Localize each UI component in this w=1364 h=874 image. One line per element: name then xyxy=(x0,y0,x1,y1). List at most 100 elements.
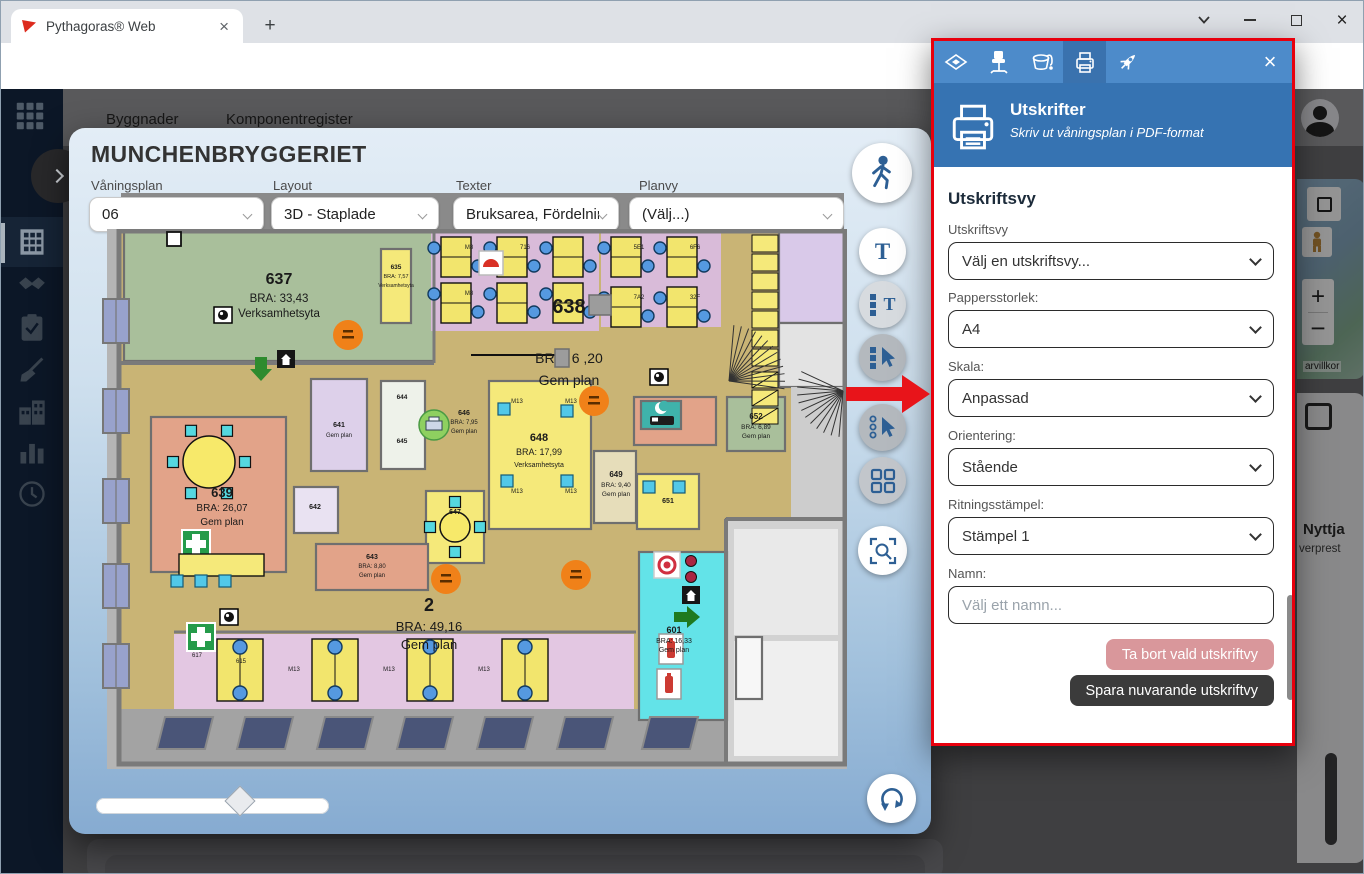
ritningsstampel-select[interactable]: Stämpel 1 xyxy=(948,517,1274,555)
tab-furniture-icon[interactable] xyxy=(977,41,1020,83)
list-icon xyxy=(870,293,877,316)
svg-text:BRA: 9,40: BRA: 9,40 xyxy=(601,482,631,489)
svg-text:BRA: 7,95: BRA: 7,95 xyxy=(450,420,478,426)
label-orientering: Orientering: xyxy=(948,428,1016,443)
tab-plan-icon[interactable] xyxy=(934,41,977,83)
skala-select[interactable]: Anpassad xyxy=(948,379,1274,417)
map-zoom-in-icon[interactable]: + xyxy=(1311,282,1325,312)
card-expand-icon[interactable] xyxy=(1305,403,1332,430)
building-title: MUNCHENBRYGGERIET xyxy=(91,141,367,167)
namn-input[interactable] xyxy=(948,586,1274,624)
sidebar-item-clipboard-icon[interactable] xyxy=(17,313,47,343)
map-zoom-controls[interactable]: + − xyxy=(1302,279,1334,345)
floorplan-canvas[interactable]: 637 BRA: 33,43 Verksamhetsyta 635 BRA: 7,57 V… xyxy=(89,228,848,774)
utskriftsvy-select[interactable]: Välj en utskriftsvy... xyxy=(948,242,1274,280)
orientering-select[interactable]: Stående xyxy=(948,448,1274,486)
svg-text:635: 635 xyxy=(391,264,402,271)
field-label-vaningsplan: Våningsplan xyxy=(91,178,163,193)
svg-text:7A2: 7A2 xyxy=(634,295,645,301)
svg-text:648: 648 xyxy=(530,432,548,444)
browser-window: Pythagoras® Web × + × ← → pim.pythagoras… xyxy=(0,0,1364,874)
pappersstorlek-select[interactable]: A4 xyxy=(948,310,1274,348)
under-modal-card-hint2 xyxy=(105,855,925,873)
texter-select[interactable]: Bruksarea, Fördelning... xyxy=(453,197,619,232)
chevron-down-icon xyxy=(597,209,608,220)
nav-tab-byggnader[interactable]: Byggnader xyxy=(106,111,179,128)
field-label-texter: Texter xyxy=(456,178,492,193)
svg-text:32F: 32F xyxy=(690,295,701,301)
tab-paint-icon[interactable] xyxy=(1020,41,1063,83)
list-cursor-icon xyxy=(869,346,895,369)
map-pegman-button[interactable] xyxy=(1302,227,1332,257)
svg-text:5E1: 5E1 xyxy=(634,245,645,251)
layout-select[interactable]: 3D - Staplade xyxy=(271,197,439,232)
panel-header: Utskrifter Skriv ut våningsplan i PDF-fo… xyxy=(934,83,1292,167)
panel-close-icon[interactable]: × xyxy=(1248,41,1292,83)
sidebar-item-factory-icon[interactable] xyxy=(17,397,47,427)
nav-tab-komponentregister[interactable]: Komponentregister xyxy=(226,111,353,128)
card-scrollbar-thumb[interactable] xyxy=(1325,753,1337,845)
browser-tab[interactable]: Pythagoras® Web × xyxy=(11,9,243,43)
svg-text:646: 646 xyxy=(458,410,470,417)
delete-printview-button[interactable]: Ta bort vald utskriftvy xyxy=(1105,639,1274,670)
svg-text:M8: M8 xyxy=(465,291,474,297)
refresh-plan-button[interactable] xyxy=(867,774,916,823)
map-fullscreen-button[interactable] xyxy=(1307,187,1341,221)
svg-text:6F6: 6F6 xyxy=(690,245,701,251)
floorplan-modal: MUNCHENBRYGGERIET Våningsplan Layout Tex… xyxy=(69,128,931,834)
chevron-down-icon xyxy=(1249,527,1262,541)
new-tab-button[interactable]: + xyxy=(257,13,283,39)
svg-text:615: 615 xyxy=(236,659,247,665)
svg-text:BRA: 17,99: BRA: 17,99 xyxy=(516,447,562,457)
zoom-fit-button[interactable] xyxy=(858,526,907,575)
vaningsplan-select[interactable]: 06 xyxy=(89,197,264,232)
tab-search-icon[interactable] xyxy=(1181,1,1227,39)
svg-text:Gem plan: Gem plan xyxy=(602,491,631,498)
map-terms-text: arvillkor xyxy=(1303,361,1342,372)
zoom-slider[interactable] xyxy=(96,785,329,817)
svg-text:M13: M13 xyxy=(288,667,300,673)
svg-text:Verksamhetsyta: Verksamhetsyta xyxy=(238,308,320,320)
chevron-down-icon xyxy=(1249,458,1262,472)
list-select-tool-button[interactable] xyxy=(859,334,906,381)
svg-text:M8: M8 xyxy=(465,245,474,251)
sidebar-item-chart-icon[interactable] xyxy=(17,437,47,467)
text-tool-button[interactable]: T xyxy=(859,228,906,275)
sidebar-item-buildings-icon[interactable] xyxy=(17,227,47,257)
panel-scrollbar-thumb[interactable] xyxy=(1287,595,1292,700)
chevron-down-icon xyxy=(1249,252,1262,266)
svg-text:644: 644 xyxy=(397,394,408,401)
sidebar-item-clock-icon[interactable] xyxy=(17,479,47,509)
svg-text:716: 716 xyxy=(520,245,531,251)
walk-mode-button[interactable] xyxy=(852,143,912,203)
svg-text:M13: M13 xyxy=(511,489,523,495)
list-text-tool-button[interactable]: T xyxy=(859,281,906,328)
zoom-fit-icon xyxy=(869,537,896,564)
close-button[interactable]: × xyxy=(1319,1,1363,39)
printer-icon xyxy=(952,104,994,150)
apps-grid-icon[interactable] xyxy=(15,101,45,131)
card-title-fragment: Nyttja xyxy=(1303,521,1345,538)
user-avatar[interactable] xyxy=(1301,99,1339,137)
svg-text:652: 652 xyxy=(749,412,763,421)
svg-text:BRA: 16,33: BRA: 16,33 xyxy=(656,638,692,645)
maximize-button[interactable] xyxy=(1273,1,1319,39)
map-zoom-out-icon[interactable]: − xyxy=(1310,313,1325,343)
save-printview-button[interactable]: Spara nuvarande utskriftvy xyxy=(1069,675,1274,706)
slider-handle[interactable] xyxy=(224,785,256,817)
section-heading: Utskriftsvy xyxy=(948,189,1036,208)
tab-rocket-icon[interactable] xyxy=(1106,41,1149,83)
floorplan-area: 637 BRA: 33,43 Verksamhetsyta 635 BRA: 7,57 V… xyxy=(89,228,848,774)
panel-subtitle: Skriv ut våningsplan i PDF-format xyxy=(1010,125,1204,140)
planvy-select[interactable]: (Välj...) xyxy=(629,197,844,232)
dots-cursor-icon xyxy=(869,415,895,438)
svg-text:M13: M13 xyxy=(383,667,395,673)
sidebar-item-broom-icon[interactable] xyxy=(17,355,47,385)
svg-text:642: 642 xyxy=(309,504,321,511)
sidebar-item-handshake-icon[interactable] xyxy=(17,271,47,301)
browser-tabstrip: Pythagoras® Web × + × xyxy=(1,1,1363,43)
tab-print-icon[interactable] xyxy=(1063,41,1106,83)
tab-close-icon[interactable]: × xyxy=(215,18,233,35)
minimize-button[interactable] xyxy=(1227,1,1273,39)
layout-grid-tool-button[interactable] xyxy=(859,457,906,504)
